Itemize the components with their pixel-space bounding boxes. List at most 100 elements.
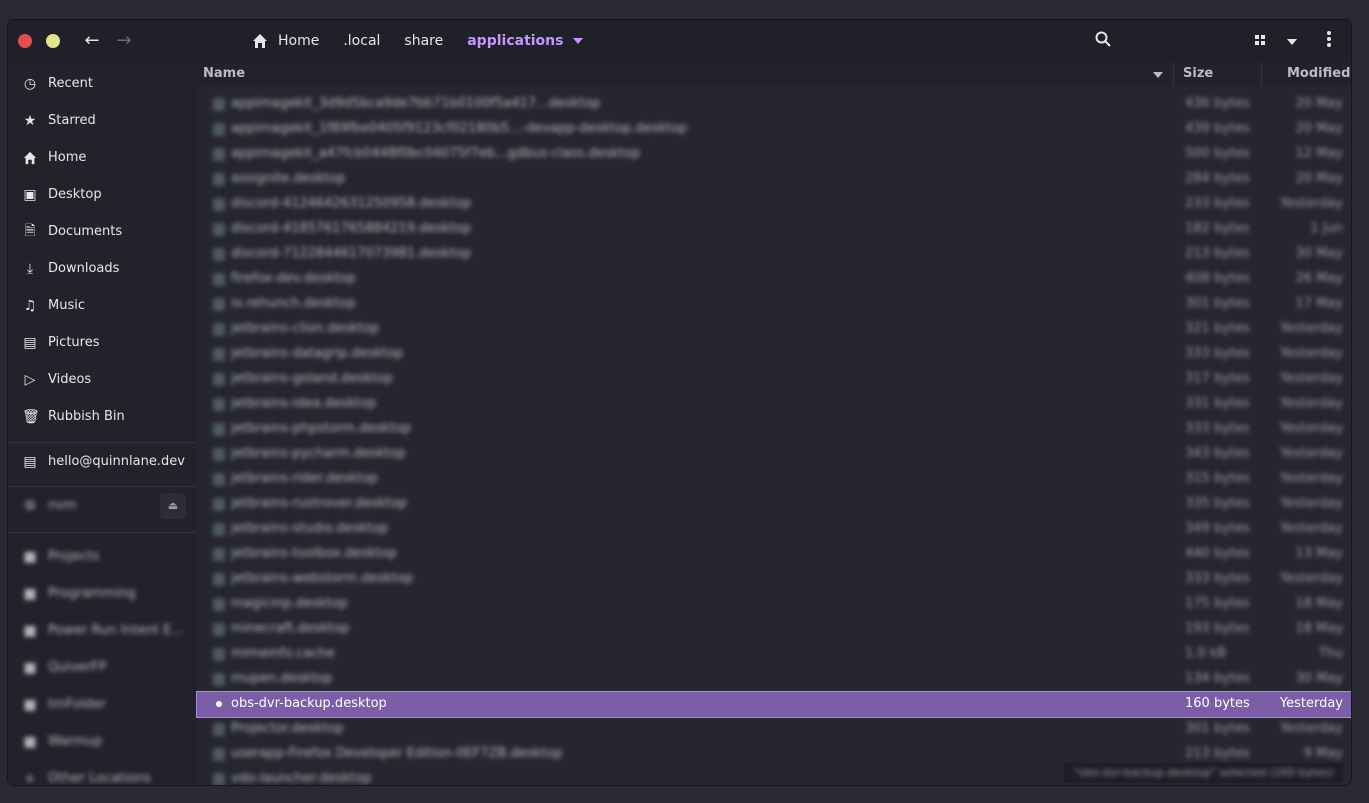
- file-row[interactable]: jetbrains-goland.desktop 317 bytes Yesterd…: [197, 367, 1351, 392]
- file-modified: Yesterday: [1279, 421, 1343, 436]
- sidebar-item-other-locations[interactable]: + Other Locations: [8, 760, 196, 786]
- file-icon: [213, 198, 225, 211]
- breadcrumb-local[interactable]: .local: [331, 20, 392, 62]
- file-size: 193 bytes: [1185, 621, 1250, 636]
- sidebar-item-music[interactable]: ♫ Music: [8, 287, 196, 324]
- file-row[interactable]: jetbrains-idea.desktop 331 bytes Yesterday: [197, 392, 1351, 417]
- sidebar-bookmark[interactable]: ■ Warmup: [8, 723, 196, 760]
- arrow-right-icon: →: [116, 30, 132, 51]
- file-name: appimagekit_a47fcb0448f0bc04075f7eb...gd…: [231, 146, 641, 161]
- minimize-window-button[interactable]: [46, 34, 60, 48]
- file-size: 160 bytes: [1185, 696, 1250, 711]
- breadcrumb-home[interactable]: Home: [240, 20, 331, 62]
- file-row[interactable]: appimagekit_1f89fbe0405f9123cf02180b5...…: [197, 117, 1351, 142]
- file-row[interactable]: jetbrains-webstorm.desktop 333 bytes Yeste…: [197, 567, 1351, 592]
- sidebar-item-starred[interactable]: ★ Starred: [8, 102, 196, 139]
- column-header-size[interactable]: Size: [1183, 66, 1213, 81]
- column-divider[interactable]: [1261, 62, 1262, 86]
- file-row[interactable]: jetbrains-clion.desktop 321 bytes Yesterda…: [197, 317, 1351, 342]
- breadcrumb-applications[interactable]: applications: [455, 20, 595, 62]
- file-row[interactable]: assignite.desktop 284 bytes 20 May: [197, 167, 1351, 192]
- main-menu-button[interactable]: [1319, 31, 1339, 51]
- file-row[interactable]: minecraft.desktop 193 bytes 18 May: [197, 617, 1351, 642]
- chevron-down-icon: [1287, 39, 1297, 45]
- folder-icon: ■: [23, 585, 37, 602]
- file-row[interactable]: Projector.desktop 301 bytes Yesterday: [197, 717, 1351, 742]
- search-button[interactable]: [1093, 31, 1113, 51]
- sidebar-bookmark[interactable]: ■ Power Run Intent E...: [8, 612, 196, 649]
- sidebar-bookmark[interactable]: ■ tmFolder: [8, 686, 196, 723]
- file-row[interactable]: mimeinfo.cache 1.0 kB Thu: [197, 642, 1351, 667]
- file-name: firefox-dev.desktop: [231, 271, 356, 286]
- file-name: discord-4124642631250958.desktop: [231, 196, 472, 211]
- file-name: jetbrains-clion.desktop: [231, 321, 380, 336]
- file-row[interactable]: mupen.desktop 134 bytes 30 May: [197, 667, 1351, 692]
- sidebar-item-downloads[interactable]: ⤓ Downloads: [8, 250, 196, 287]
- folder-icon: ■: [23, 659, 37, 676]
- file-row[interactable]: appimagekit_3d9d5bca9de7bb71b0100f5a417.…: [197, 92, 1351, 117]
- file-icon: [213, 173, 225, 186]
- sidebar-item-device[interactable]: ⚙ nvm ⏏: [8, 487, 196, 524]
- sidebar-item-pictures[interactable]: ▤ Pictures: [8, 324, 196, 361]
- file-row[interactable]: discord-4185761765884219.desktop 182 byte…: [197, 217, 1351, 242]
- header-bar: ← → Home .local share applications: [8, 20, 1351, 62]
- file-row[interactable]: jetbrains-phpstorm.desktop 333 bytes Yeste…: [197, 417, 1351, 442]
- sidebar-bookmark[interactable]: ■ QuiverFP: [8, 649, 196, 686]
- file-size: 315 bytes: [1185, 471, 1250, 486]
- view-toggle-button[interactable]: [1250, 31, 1270, 51]
- file-row-selected[interactable]: obs-dvr-backup.desktop 160 bytes Yesterday: [196, 691, 1351, 718]
- sidebar-divider: [8, 532, 196, 533]
- file-size: 335 bytes: [1185, 496, 1250, 511]
- file-size: 175 bytes: [1185, 596, 1250, 611]
- sidebar-item-documents[interactable]: 🗎 Documents: [8, 213, 196, 250]
- file-modified: Yesterday: [1279, 521, 1343, 536]
- file-row[interactable]: jetbrains-rider.desktop 315 bytes Yesterda…: [197, 467, 1351, 492]
- column-header-modified[interactable]: Modified: [1287, 66, 1350, 81]
- sort-descending-icon[interactable]: [1153, 72, 1163, 78]
- file-row[interactable]: jetbrains-datagrip.desktop 333 bytes Yeste…: [197, 342, 1351, 367]
- file-row[interactable]: discord-7122844617073981.desktop 213 byte…: [197, 242, 1351, 267]
- file-name: appimagekit_1f89fbe0405f9123cf02180b5...…: [231, 121, 688, 136]
- sidebar-item-rubbish-bin[interactable]: 🗑 Rubbish Bin: [8, 398, 196, 435]
- column-header-name[interactable]: Name: [203, 66, 245, 81]
- file-row[interactable]: io.rehunch.desktop 301 bytes 17 May: [197, 292, 1351, 317]
- chevron-down-icon[interactable]: [573, 38, 584, 44]
- breadcrumb-share[interactable]: share: [392, 20, 455, 62]
- file-row[interactable]: jetbrains-rustrover.desktop 335 bytes Yest…: [197, 492, 1351, 517]
- sidebar-item-recent[interactable]: ◷ Recent: [8, 65, 196, 102]
- file-modified: 20 May: [1295, 96, 1343, 111]
- close-window-button[interactable]: [18, 34, 32, 48]
- file-list-view: Name Size Modified appimagekit_3d9d5bca9…: [196, 62, 1351, 785]
- file-size: 301 bytes: [1185, 721, 1250, 736]
- file-row[interactable]: magicmp.desktop 175 bytes 18 May: [197, 592, 1351, 617]
- view-options-button[interactable]: [1282, 31, 1302, 51]
- file-icon: [213, 123, 225, 136]
- file-row[interactable]: firefox-dev.desktop 408 bytes 26 May: [197, 267, 1351, 292]
- file-icon: [213, 273, 225, 286]
- file-name: jetbrains-datagrip.desktop: [231, 346, 404, 361]
- sidebar-item-videos[interactable]: ▷ Videos: [8, 361, 196, 398]
- file-row[interactable]: jetbrains-pycharm.desktop 343 bytes Yester…: [197, 442, 1351, 467]
- file-row[interactable]: jetbrains-toolbox.desktop 440 bytes 13 May: [197, 542, 1351, 567]
- file-row[interactable]: discord-4124642631250958.desktop 233 byte…: [197, 192, 1351, 217]
- file-modified: Yesterday: [1279, 471, 1343, 486]
- file-icon: [213, 498, 225, 511]
- file-name: io.rehunch.desktop: [231, 296, 356, 311]
- file-modified: 30 May: [1295, 246, 1343, 261]
- eject-icon[interactable]: ⏏: [160, 493, 186, 519]
- file-size: 233 bytes: [1185, 196, 1250, 211]
- selection-status: "obs-dvr-backup.desktop" selected (160 b…: [1064, 763, 1343, 783]
- file-row[interactable]: appimagekit_a47fcb0448f0bc04075f7eb...gd…: [197, 142, 1351, 167]
- sidebar-item-network-account[interactable]: ▤ hello@quinnlane.dev: [8, 443, 196, 480]
- file-row[interactable]: jetbrains-studio.desktop 349 bytes Yesterd…: [197, 517, 1351, 542]
- sidebar-bookmark[interactable]: ■ Projects: [8, 538, 196, 575]
- sidebar-item-desktop[interactable]: ▣ Desktop: [8, 176, 196, 213]
- back-button[interactable]: ←: [80, 29, 104, 53]
- sidebar-bookmark[interactable]: ■ Programming: [8, 575, 196, 612]
- file-size: 343 bytes: [1185, 446, 1250, 461]
- arrow-left-icon: ←: [84, 30, 100, 51]
- sidebar: ◷ Recent ★ Starred Home ▣ Desktop 🗎 Docu…: [8, 62, 196, 785]
- forward-button[interactable]: →: [112, 29, 136, 53]
- column-divider[interactable]: [1173, 62, 1174, 86]
- sidebar-item-home[interactable]: Home: [8, 139, 196, 176]
